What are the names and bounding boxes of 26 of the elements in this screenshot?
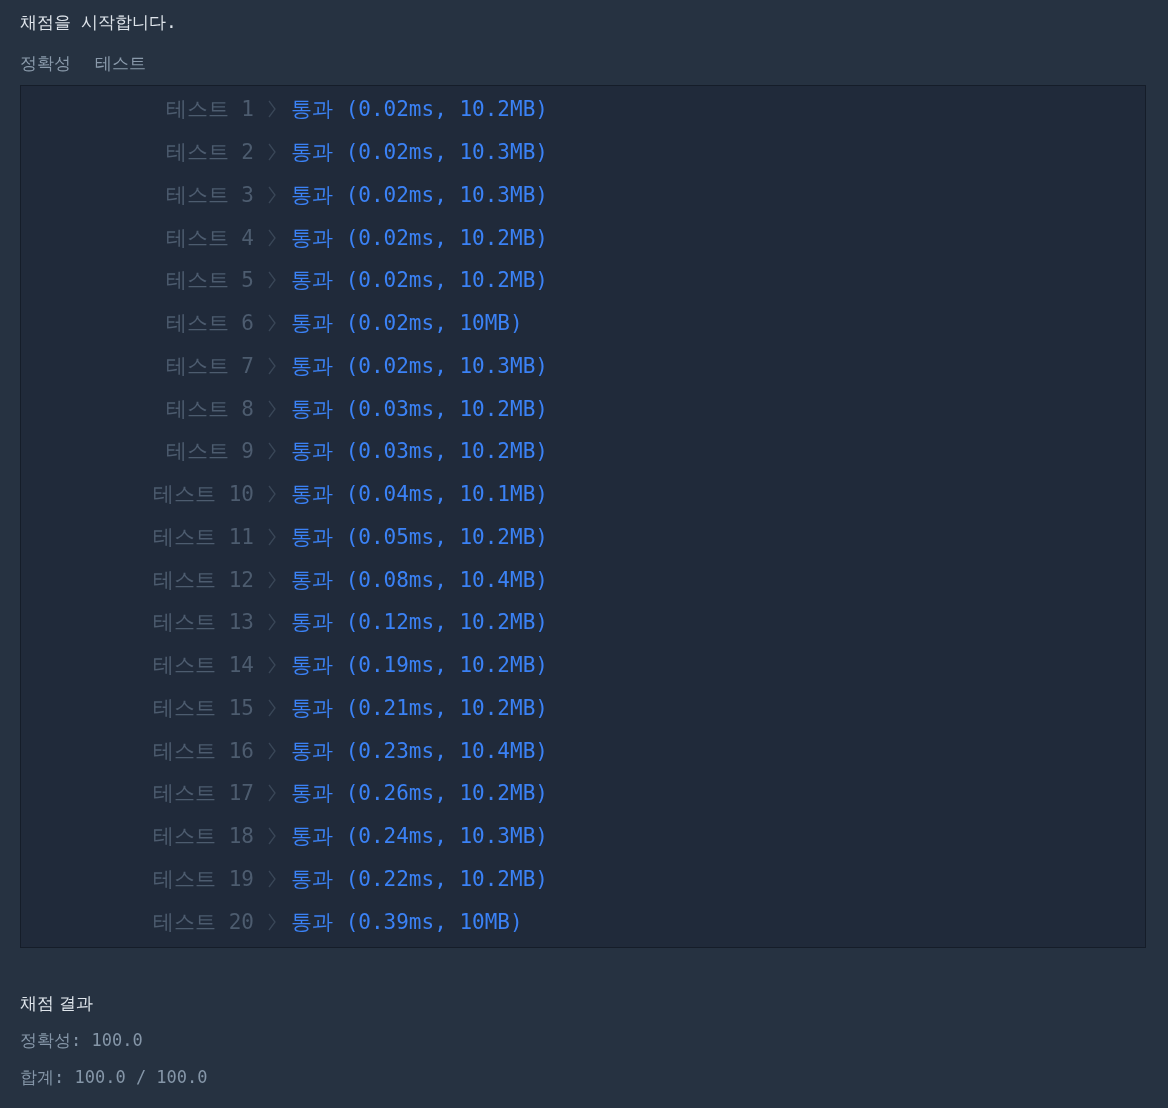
test-result: 통과 (0.02ms, 10.3MB) — [291, 139, 548, 167]
test-result: 통과 (0.02ms, 10.3MB) — [291, 352, 548, 380]
test-result: 통과 (0.02ms, 10MB) — [291, 310, 523, 338]
test-result: 통과 (0.08ms, 10.4MB) — [291, 566, 548, 594]
test-result: 통과 (0.02ms, 10.3MB) — [291, 181, 548, 209]
test-result: 통과 (0.23ms, 10.4MB) — [291, 737, 548, 765]
test-result: 통과 (0.02ms, 10.2MB) — [291, 96, 548, 124]
summary-title: 채점 결과 — [20, 992, 95, 1015]
test-result: 통과 (0.04ms, 10.1MB) — [291, 481, 548, 509]
test-result: 통과 (0.02ms, 10.2MB) — [291, 267, 548, 295]
summary-line: 합계: 100.0 / 100.0 — [20, 1066, 209, 1089]
test-result: 통과 (0.03ms, 10.2MB) — [291, 395, 548, 423]
test-result: 통과 (0.12ms, 10.2MB) — [291, 609, 548, 637]
test-result: 통과 (0.26ms, 10.2MB) — [291, 780, 548, 808]
section-label: 테스트 — [95, 52, 146, 75]
test-result: 통과 (0.02ms, 10.2MB) — [291, 224, 548, 252]
test-result: 통과 (0.39ms, 10MB) — [291, 908, 523, 936]
test-result: 통과 (0.24ms, 10.3MB) — [291, 823, 548, 851]
status-message: 채점을 시작합니다. — [20, 11, 178, 34]
test-result: 통과 (0.05ms, 10.2MB) — [291, 523, 548, 551]
summary-line: 정확성: 100.0 — [20, 1029, 144, 1052]
section-label: 정확성 — [20, 52, 71, 75]
test-result: 통과 (0.22ms, 10.2MB) — [291, 865, 548, 893]
test-result: 통과 (0.21ms, 10.2MB) — [291, 694, 548, 722]
test-result: 통과 (0.19ms, 10.2MB) — [291, 652, 548, 680]
test-result: 통과 (0.03ms, 10.2MB) — [291, 438, 548, 466]
